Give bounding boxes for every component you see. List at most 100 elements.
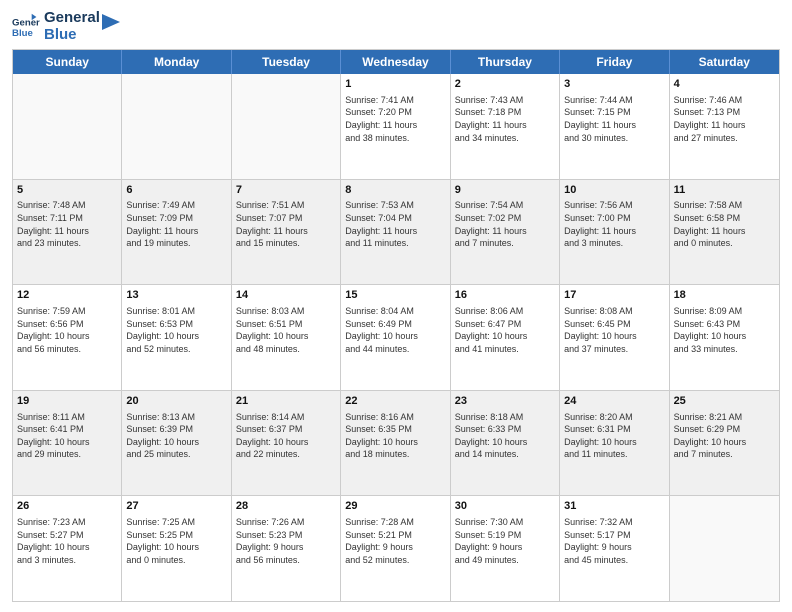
day-number: 18 [674,288,775,303]
calendar-cell: 4 Sunrise: 7:46 AMSunset: 7:13 PMDaylight… [670,74,779,179]
calendar-cell [232,74,341,179]
calendar-cell [122,74,231,179]
calendar-cell: 7Sunrise: 7:51 AMSunset: 7:07 PMDaylight… [232,180,341,285]
day-number: 2 [455,77,555,92]
day-number: 30 [455,499,555,514]
day-number: 10 [564,183,664,198]
day-number: 4 [674,77,775,92]
day-number: 15 [345,288,445,303]
day-info: Sunrise: 7:30 AMSunset: 5:19 PMDaylight:… [455,516,555,566]
header-day-friday: Friday [560,50,669,74]
day-info: Sunrise: 7:46 AMSunset: 7:13 PMDaylight:… [674,94,775,144]
calendar-cell: 22 Sunrise: 8:16 AMSunset: 6:35 PMDayligh… [341,391,450,496]
day-number: 28 [236,499,336,514]
header-day-wednesday: Wednesday [341,50,450,74]
day-number: 31 [564,499,664,514]
day-info: Sunrise: 8:06 AMSunset: 6:47 PMDaylight:… [455,305,555,355]
day-info: Sunrise: 7:25 AMSunset: 5:25 PMDaylight:… [126,516,226,566]
day-info: Sunrise: 8:11 AMSunset: 6:41 PMDaylight:… [17,411,117,461]
logo: General Blue General Blue [12,10,120,43]
svg-text:Blue: Blue [12,27,33,38]
day-info: Sunrise: 7:53 AMSunset: 7:04 PMDaylight:… [345,199,445,249]
day-number: 23 [455,394,555,409]
calendar-grid: SundayMondayTuesdayWednesdayThursdayFrid… [12,49,780,602]
day-number: 11 [674,183,775,198]
calendar-cell: 8Sunrise: 7:53 AMSunset: 7:04 PMDaylight… [341,180,450,285]
svg-text:General: General [12,17,40,28]
calendar-cell: 25 Sunrise: 8:21 AMSunset: 6:29 PMDayligh… [670,391,779,496]
calendar-cell: 30 Sunrise: 7:30 AMSunset: 5:19 PMDayligh… [451,496,560,601]
calendar-cell: 26Sunrise: 7:23 AMSunset: 5:27 PMDayligh… [13,496,122,601]
day-info: Sunrise: 7:49 AMSunset: 7:09 PMDaylight:… [126,199,226,249]
day-info: Sunrise: 7:32 AMSunset: 5:17 PMDaylight:… [564,516,664,566]
calendar-row-1: 5Sunrise: 7:48 AMSunset: 7:11 PMDaylight… [13,180,779,286]
calendar-row-4: 26Sunrise: 7:23 AMSunset: 5:27 PMDayligh… [13,496,779,601]
header-day-thursday: Thursday [451,50,560,74]
calendar-cell: 12Sunrise: 7:59 AMSunset: 6:56 PMDayligh… [13,285,122,390]
logo-blue: Blue [44,27,100,44]
day-info: Sunrise: 8:20 AMSunset: 6:31 PMDaylight:… [564,411,664,461]
calendar-cell [670,496,779,601]
header-day-sunday: Sunday [13,50,122,74]
calendar-cell: 19 Sunrise: 8:11 AMSunset: 6:41 PMDayligh… [13,391,122,496]
day-number: 24 [564,394,664,409]
calendar-cell: 16Sunrise: 8:06 AMSunset: 6:47 PMDayligh… [451,285,560,390]
logo-flag-icon [102,14,120,32]
day-info: Sunrise: 7:26 AMSunset: 5:23 PMDaylight:… [236,516,336,566]
day-info: Sunrise: 8:09 AMSunset: 6:43 PMDaylight:… [674,305,775,355]
day-number: 29 [345,499,445,514]
day-number: 22 [345,394,445,409]
calendar-cell: 17Sunrise: 8:08 AMSunset: 6:45 PMDayligh… [560,285,669,390]
day-info: Sunrise: 7:48 AMSunset: 7:11 PMDaylight:… [17,199,117,249]
day-info: Sunrise: 8:18 AMSunset: 6:33 PMDaylight:… [455,411,555,461]
calendar-cell: 15 Sunrise: 8:04 AMSunset: 6:49 PMDayligh… [341,285,450,390]
day-number: 13 [126,288,226,303]
calendar-cell: 1Sunrise: 7:41 AMSunset: 7:20 PMDaylight… [341,74,450,179]
calendar-cell: 5Sunrise: 7:48 AMSunset: 7:11 PMDaylight… [13,180,122,285]
day-info: Sunrise: 7:28 AMSunset: 5:21 PMDaylight:… [345,516,445,566]
calendar-cell [13,74,122,179]
day-info: Sunrise: 8:01 AMSunset: 6:53 PMDaylight:… [126,305,226,355]
day-number: 27 [126,499,226,514]
logo-general: General [44,10,100,27]
calendar-cell: 21 Sunrise: 8:14 AMSunset: 6:37 PMDayligh… [232,391,341,496]
logo-icon: General Blue [12,13,40,41]
calendar-cell: 14Sunrise: 8:03 AMSunset: 6:51 PMDayligh… [232,285,341,390]
calendar-body: 1Sunrise: 7:41 AMSunset: 7:20 PMDaylight… [13,74,779,601]
day-info: Sunrise: 7:56 AMSunset: 7:00 PMDaylight:… [564,199,664,249]
day-info: Sunrise: 8:16 AMSunset: 6:35 PMDaylight:… [345,411,445,461]
day-info: Sunrise: 7:51 AMSunset: 7:07 PMDaylight:… [236,199,336,249]
calendar-cell: 23 Sunrise: 8:18 AMSunset: 6:33 PMDayligh… [451,391,560,496]
day-number: 19 [17,394,117,409]
day-info: Sunrise: 7:44 AMSunset: 7:15 PMDaylight:… [564,94,664,144]
page-header: General Blue General Blue [12,10,780,43]
day-number: 1 [345,77,445,92]
calendar-cell: 31 Sunrise: 7:32 AMSunset: 5:17 PMDayligh… [560,496,669,601]
calendar-cell: 11Sunrise: 7:58 AMSunset: 6:58 PMDayligh… [670,180,779,285]
day-number: 21 [236,394,336,409]
day-info: Sunrise: 8:21 AMSunset: 6:29 PMDaylight:… [674,411,775,461]
calendar-header-row: SundayMondayTuesdayWednesdayThursdayFrid… [13,50,779,74]
day-info: Sunrise: 7:23 AMSunset: 5:27 PMDaylight:… [17,516,117,566]
calendar-cell: 27 Sunrise: 7:25 AMSunset: 5:25 PMDayligh… [122,496,231,601]
calendar-row-3: 19 Sunrise: 8:11 AMSunset: 6:41 PMDayligh… [13,391,779,497]
day-number: 8 [345,183,445,198]
calendar-cell: 20Sunrise: 8:13 AMSunset: 6:39 PMDayligh… [122,391,231,496]
calendar-cell: 2 Sunrise: 7:43 AMSunset: 7:18 PMDaylight… [451,74,560,179]
day-number: 25 [674,394,775,409]
calendar-cell: 9Sunrise: 7:54 AMSunset: 7:02 PMDaylight… [451,180,560,285]
calendar-cell: 18 Sunrise: 8:09 AMSunset: 6:43 PMDayligh… [670,285,779,390]
day-number: 14 [236,288,336,303]
calendar-row-0: 1Sunrise: 7:41 AMSunset: 7:20 PMDaylight… [13,74,779,180]
day-info: Sunrise: 7:59 AMSunset: 6:56 PMDaylight:… [17,305,117,355]
day-info: Sunrise: 8:04 AMSunset: 6:49 PMDaylight:… [345,305,445,355]
calendar-cell: 10Sunrise: 7:56 AMSunset: 7:00 PMDayligh… [560,180,669,285]
day-info: Sunrise: 7:43 AMSunset: 7:18 PMDaylight:… [455,94,555,144]
header-day-saturday: Saturday [670,50,779,74]
header-day-tuesday: Tuesday [232,50,341,74]
day-info: Sunrise: 8:14 AMSunset: 6:37 PMDaylight:… [236,411,336,461]
calendar-cell: 24 Sunrise: 8:20 AMSunset: 6:31 PMDayligh… [560,391,669,496]
calendar-row-2: 12Sunrise: 7:59 AMSunset: 6:56 PMDayligh… [13,285,779,391]
day-number: 5 [17,183,117,198]
calendar-cell: 3Sunrise: 7:44 AMSunset: 7:15 PMDaylight… [560,74,669,179]
